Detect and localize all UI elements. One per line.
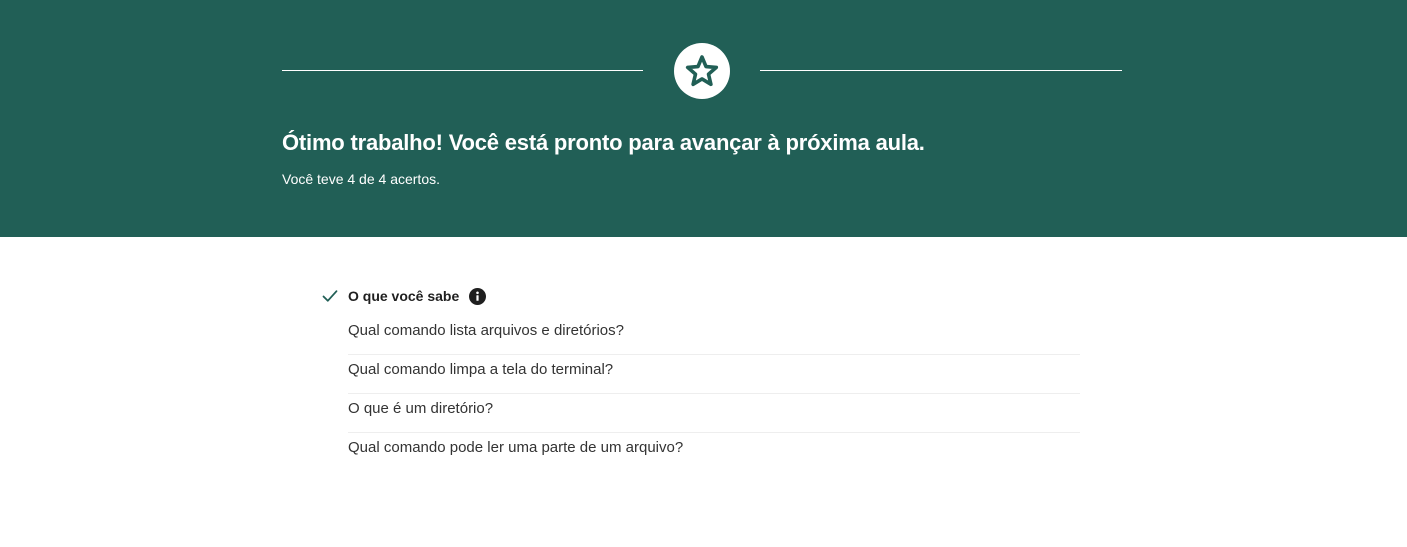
result-banner: Ótimo trabalho! Você está pronto para av… — [0, 0, 1407, 237]
star-icon — [685, 55, 719, 87]
question-item[interactable]: Qual comando pode ler uma parte de um ar… — [348, 433, 1080, 472]
divider-right — [760, 70, 1122, 71]
score-text: Você teve 4 de 4 acertos. — [282, 171, 440, 187]
result-headline: Ótimo trabalho! Você está pronto para av… — [282, 130, 925, 155]
question-item[interactable]: Qual comando limpa a tela do terminal? — [348, 355, 1080, 394]
question-item[interactable]: Qual comando lista arquivos e diretórios… — [348, 316, 1080, 355]
star-badge — [674, 43, 730, 99]
question-item[interactable]: O que é um diretório? — [348, 394, 1080, 433]
question-list: Qual comando lista arquivos e diretórios… — [348, 316, 1080, 472]
section-title: O que você sabe — [348, 288, 460, 304]
knowledge-section: O que você sabe Qual comando lista arqui… — [320, 285, 1080, 472]
check-icon — [321, 287, 339, 305]
info-icon[interactable] — [469, 287, 487, 305]
section-header: O que você sabe — [320, 285, 1080, 307]
divider-left — [282, 70, 643, 71]
